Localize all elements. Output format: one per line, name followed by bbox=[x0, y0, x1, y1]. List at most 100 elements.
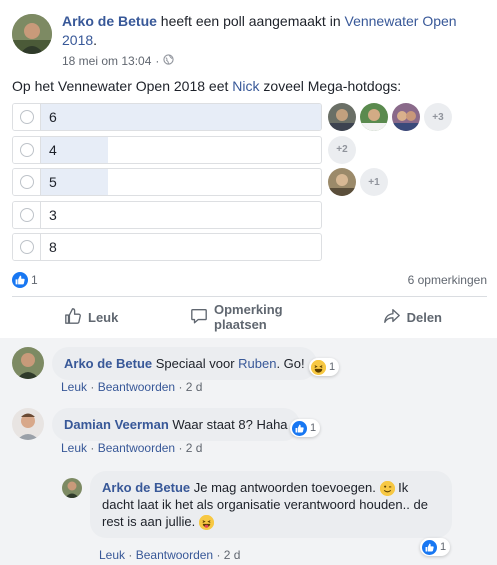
comment-actions: Leuk · Beantwoorden · 2 d bbox=[61, 441, 202, 455]
post-action-text: heeft een poll aangemaakt in bbox=[156, 13, 345, 29]
poll-radio[interactable] bbox=[19, 142, 34, 157]
poll-option-box[interactable]: 5 bbox=[12, 168, 322, 197]
question-text-before: Op het Vennewater Open 2018 eet bbox=[12, 78, 233, 94]
poll-radio-cell[interactable] bbox=[13, 234, 41, 261]
voter-avatar[interactable] bbox=[328, 103, 356, 131]
share-label: Delen bbox=[406, 309, 442, 325]
winking-emoji-icon bbox=[379, 481, 395, 497]
divider bbox=[12, 296, 487, 297]
separator: · bbox=[178, 441, 183, 455]
poll-option-label: 8 bbox=[49, 239, 57, 256]
poll-option[interactable]: 6 +3 bbox=[12, 103, 472, 131]
comment-like-link[interactable]: Leuk bbox=[61, 441, 87, 455]
share-button[interactable]: Delen bbox=[316, 300, 487, 334]
comment-avatar[interactable] bbox=[12, 347, 44, 379]
poll-option-label: 5 bbox=[49, 174, 57, 191]
like-button[interactable]: Leuk bbox=[12, 300, 190, 334]
poll-option-fill bbox=[13, 104, 321, 130]
poll-voters: +3 bbox=[328, 103, 452, 131]
comment-bubble: Damian Veerman Waar staat 8? Haha bbox=[52, 408, 300, 441]
comment-author[interactable]: Damian Veerman bbox=[64, 417, 169, 432]
comment-author[interactable]: Arko de Betue bbox=[64, 356, 152, 371]
comment-icon bbox=[190, 307, 208, 328]
comment-author[interactable]: Arko de Betue bbox=[102, 480, 190, 495]
more-voters-badge[interactable]: +3 bbox=[424, 103, 452, 131]
like-count[interactable]: 1 bbox=[31, 273, 38, 287]
poll-option-box[interactable]: 4 bbox=[12, 135, 322, 164]
comment-reply-link[interactable]: Beantwoorden bbox=[98, 441, 175, 455]
poll-option-label: 3 bbox=[49, 206, 57, 223]
reaction-count: 1 bbox=[329, 361, 336, 373]
comment-bubble: Arko de Betue Je mag antwoorden toevoege… bbox=[90, 471, 452, 539]
more-voters-badge[interactable]: +2 bbox=[328, 135, 356, 164]
comments-section: Arko de Betue Speciaal voor Ruben. Go! 1… bbox=[0, 338, 497, 565]
poll-option-box[interactable]: 3 bbox=[12, 200, 322, 229]
meta-separator: · bbox=[155, 54, 160, 68]
comment-count[interactable]: 6 opmerkingen bbox=[408, 273, 487, 287]
poll-radio-cell[interactable] bbox=[13, 201, 41, 228]
separator: · bbox=[90, 380, 95, 394]
poll-voters: +2 bbox=[328, 135, 356, 164]
separator: · bbox=[178, 380, 183, 394]
poll-radio-cell[interactable] bbox=[13, 169, 41, 196]
poll-voters: +1 bbox=[328, 168, 388, 197]
comment-like-link[interactable]: Leuk bbox=[61, 380, 87, 394]
comment-reaction[interactable]: 1 bbox=[290, 419, 321, 437]
poll: 6 +3 4 +2 5 +1 3 8 bbox=[12, 103, 472, 266]
comment-button[interactable]: Opmerking plaatsen bbox=[190, 300, 316, 334]
comment-label: Opmerking plaatsen bbox=[214, 302, 283, 332]
comment: Arko de Betue Speciaal voor Ruben. Go! 1… bbox=[0, 338, 497, 398]
comment-age[interactable]: 2 d bbox=[186, 441, 203, 455]
voter-avatar[interactable] bbox=[360, 103, 388, 131]
separator: · bbox=[216, 548, 221, 562]
post-timestamp[interactable]: 18 mei om 13:04 bbox=[62, 54, 151, 68]
poll-radio[interactable] bbox=[19, 110, 34, 124]
comment-reaction[interactable]: 1 bbox=[309, 358, 340, 376]
more-voters-badge[interactable]: +1 bbox=[360, 168, 388, 197]
globe-icon bbox=[163, 54, 175, 68]
question-mention[interactable]: Nick bbox=[232, 78, 259, 94]
comment-age[interactable]: 2 d bbox=[224, 548, 241, 562]
poll-option[interactable]: 8 bbox=[12, 233, 472, 262]
question-text-after: zoveel Mega-hotdogs: bbox=[259, 78, 402, 94]
post-actions: Leuk Opmerking plaatsen Delen bbox=[12, 300, 487, 334]
comment: Damian Veerman Waar staat 8? Haha 1 Leuk… bbox=[0, 400, 497, 460]
laughing-emoji-icon bbox=[311, 359, 326, 375]
poll-radio-cell[interactable] bbox=[13, 136, 41, 163]
comment-text: Speciaal voor bbox=[152, 356, 239, 371]
like-reaction-icon[interactable] bbox=[12, 272, 28, 288]
separator: · bbox=[128, 548, 133, 562]
voter-avatar[interactable] bbox=[328, 168, 356, 197]
poll-option-box[interactable]: 8 bbox=[12, 233, 322, 262]
comment-bubble: Arko de Betue Speciaal voor Ruben. Go! bbox=[52, 347, 317, 380]
reaction-count: 1 bbox=[310, 422, 317, 434]
poll-option-label: 6 bbox=[49, 109, 57, 125]
like-reaction-icon bbox=[292, 420, 307, 436]
comment-mention[interactable]: Ruben bbox=[238, 356, 276, 371]
poll-radio-cell[interactable] bbox=[13, 104, 41, 130]
post-stats: 1 6 opmerkingen bbox=[12, 272, 487, 290]
poll-option[interactable]: 4 +2 bbox=[12, 135, 472, 164]
comment-avatar[interactable] bbox=[12, 408, 44, 440]
reaction-count: 1 bbox=[440, 541, 447, 553]
post-meta: 18 mei om 13:04 · bbox=[62, 54, 175, 68]
comment-reply-link[interactable]: Beantwoorden bbox=[136, 548, 213, 562]
thumbs-up-icon bbox=[64, 307, 82, 328]
poll-radio[interactable] bbox=[19, 175, 34, 190]
poll-option[interactable]: 5 +1 bbox=[12, 168, 472, 197]
poll-option-label: 4 bbox=[49, 141, 57, 158]
comment-actions: Leuk · Beantwoorden · 2 d bbox=[99, 548, 240, 562]
comment-like-link[interactable]: Leuk bbox=[99, 548, 125, 562]
poll-option-box[interactable]: 6 bbox=[12, 103, 322, 131]
poll-option[interactable]: 3 bbox=[12, 200, 472, 229]
author-avatar[interactable] bbox=[12, 14, 52, 54]
comment-reaction[interactable]: 1 bbox=[420, 538, 451, 556]
comment-reply-link[interactable]: Beantwoorden bbox=[98, 380, 175, 394]
comment-age[interactable]: 2 d bbox=[186, 380, 203, 394]
poll-radio[interactable] bbox=[19, 207, 34, 222]
voter-avatar[interactable] bbox=[392, 103, 420, 131]
like-reaction-icon bbox=[422, 539, 437, 555]
post-author-name[interactable]: Arko de Betue bbox=[62, 13, 157, 29]
poll-radio[interactable] bbox=[19, 240, 34, 255]
comment-avatar[interactable] bbox=[62, 478, 82, 498]
